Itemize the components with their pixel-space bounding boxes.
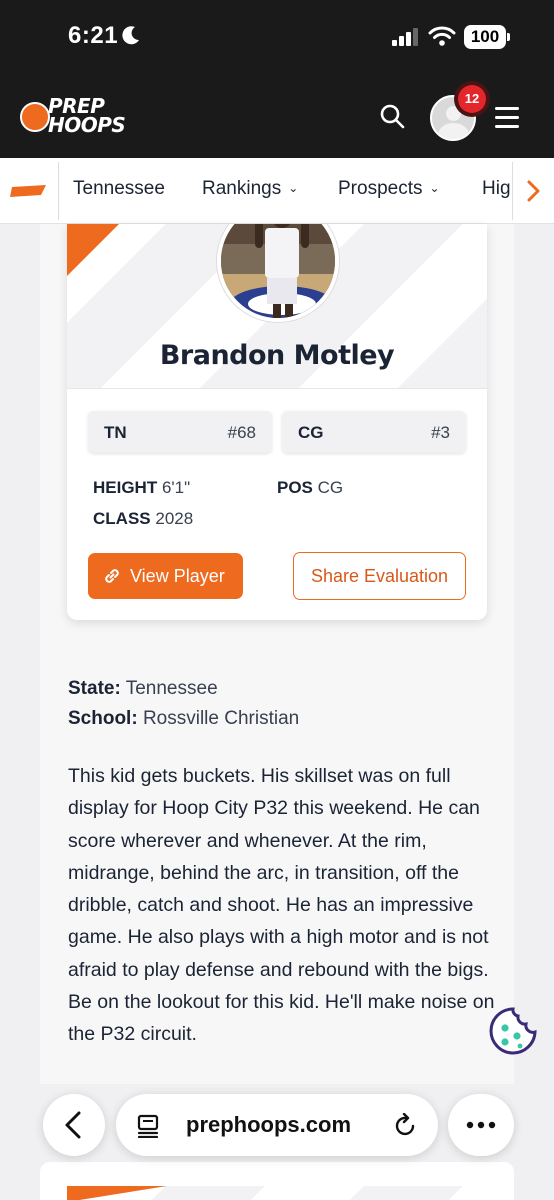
avatar-body [438, 123, 469, 139]
player-card-header: Brandon Motley [67, 224, 487, 389]
more-options-icon [466, 1121, 496, 1129]
position-rank-value: #3 [431, 423, 450, 442]
wifi-icon [428, 26, 456, 46]
battery-tip [507, 33, 510, 41]
school-field: School: Rossville Christian [68, 708, 300, 729]
state-rank-box[interactable]: TN #68 [88, 411, 272, 453]
card-corner-accent [67, 1186, 167, 1200]
chevron-left-icon [65, 1111, 81, 1139]
link-icon [105, 569, 119, 583]
chevron-right-icon[interactable] [522, 178, 544, 204]
view-player-button[interactable]: View Player [88, 553, 243, 599]
status-bar: 6:21 100 [0, 0, 554, 75]
cookie-icon[interactable] [488, 1006, 538, 1056]
class-stat: CLASS 2028 [93, 509, 194, 528]
browser-url: prephoops.com [186, 1112, 352, 1137]
height-stat: HEIGHT 6'1" [93, 478, 191, 497]
moon-icon [122, 26, 139, 45]
avatar-head [446, 106, 461, 121]
reload-icon[interactable] [394, 1113, 418, 1139]
position-rank-box[interactable]: CG #3 [282, 411, 466, 453]
browser-address-bar[interactable]: prephoops.com [116, 1094, 438, 1156]
hamburger-menu-icon[interactable] [495, 106, 521, 128]
card-corner-accent [67, 224, 119, 276]
evaluation-text: This kid gets buckets. His skillset was … [68, 765, 495, 1046]
nav-divider [58, 162, 59, 220]
state-rank-value: #68 [227, 423, 256, 442]
browser-more-button[interactable] [448, 1094, 514, 1156]
view-player-label: View Player [130, 566, 225, 586]
position-stat: POS CG [277, 478, 344, 497]
chevron-down-icon: ⌄ [429, 181, 440, 195]
state-field: State: Tennessee [68, 678, 218, 699]
player-photo-image [221, 224, 335, 318]
chevron-down-icon: ⌄ [288, 181, 299, 195]
status-time: 6:21 [68, 22, 119, 49]
tennessee-state-icon[interactable] [10, 185, 48, 197]
nav-item-tennessee[interactable]: Tennessee [73, 178, 165, 200]
player-card: Brandon Motley TN #68 CG #3 HEIGHT 6'1" … [67, 224, 487, 620]
battery-indicator: 100 [464, 25, 506, 49]
logo-word-hoops: HOOPS [48, 113, 126, 137]
nav-divider [512, 162, 513, 220]
nav-item-highlights[interactable]: Hig [482, 178, 511, 200]
notification-badge[interactable]: 12 [458, 85, 486, 113]
position-rank-label: CG [298, 423, 324, 442]
state-rank-label: TN [104, 423, 127, 442]
basketball-icon [20, 102, 50, 132]
prep-hoops-logo[interactable]: PREP HOOPS [20, 96, 126, 140]
player-name[interactable]: Brandon Motley [67, 340, 487, 371]
search-icon[interactable] [378, 102, 408, 132]
section-nav: Tennessee Rankings ⌄ Prospects ⌄ Hig [0, 158, 554, 224]
share-evaluation-button[interactable]: Share Evaluation [293, 552, 466, 600]
player-photo[interactable] [217, 224, 339, 322]
nav-item-prospects[interactable]: Prospects ⌄ [338, 178, 440, 200]
tabs-icon [137, 1114, 159, 1138]
cellular-signal-icon [392, 28, 418, 46]
nav-item-rankings[interactable]: Rankings ⌄ [202, 178, 298, 200]
app-header: 6:21 100 PREP HOOPS 12 [0, 0, 554, 158]
browser-back-button[interactable] [43, 1094, 105, 1156]
